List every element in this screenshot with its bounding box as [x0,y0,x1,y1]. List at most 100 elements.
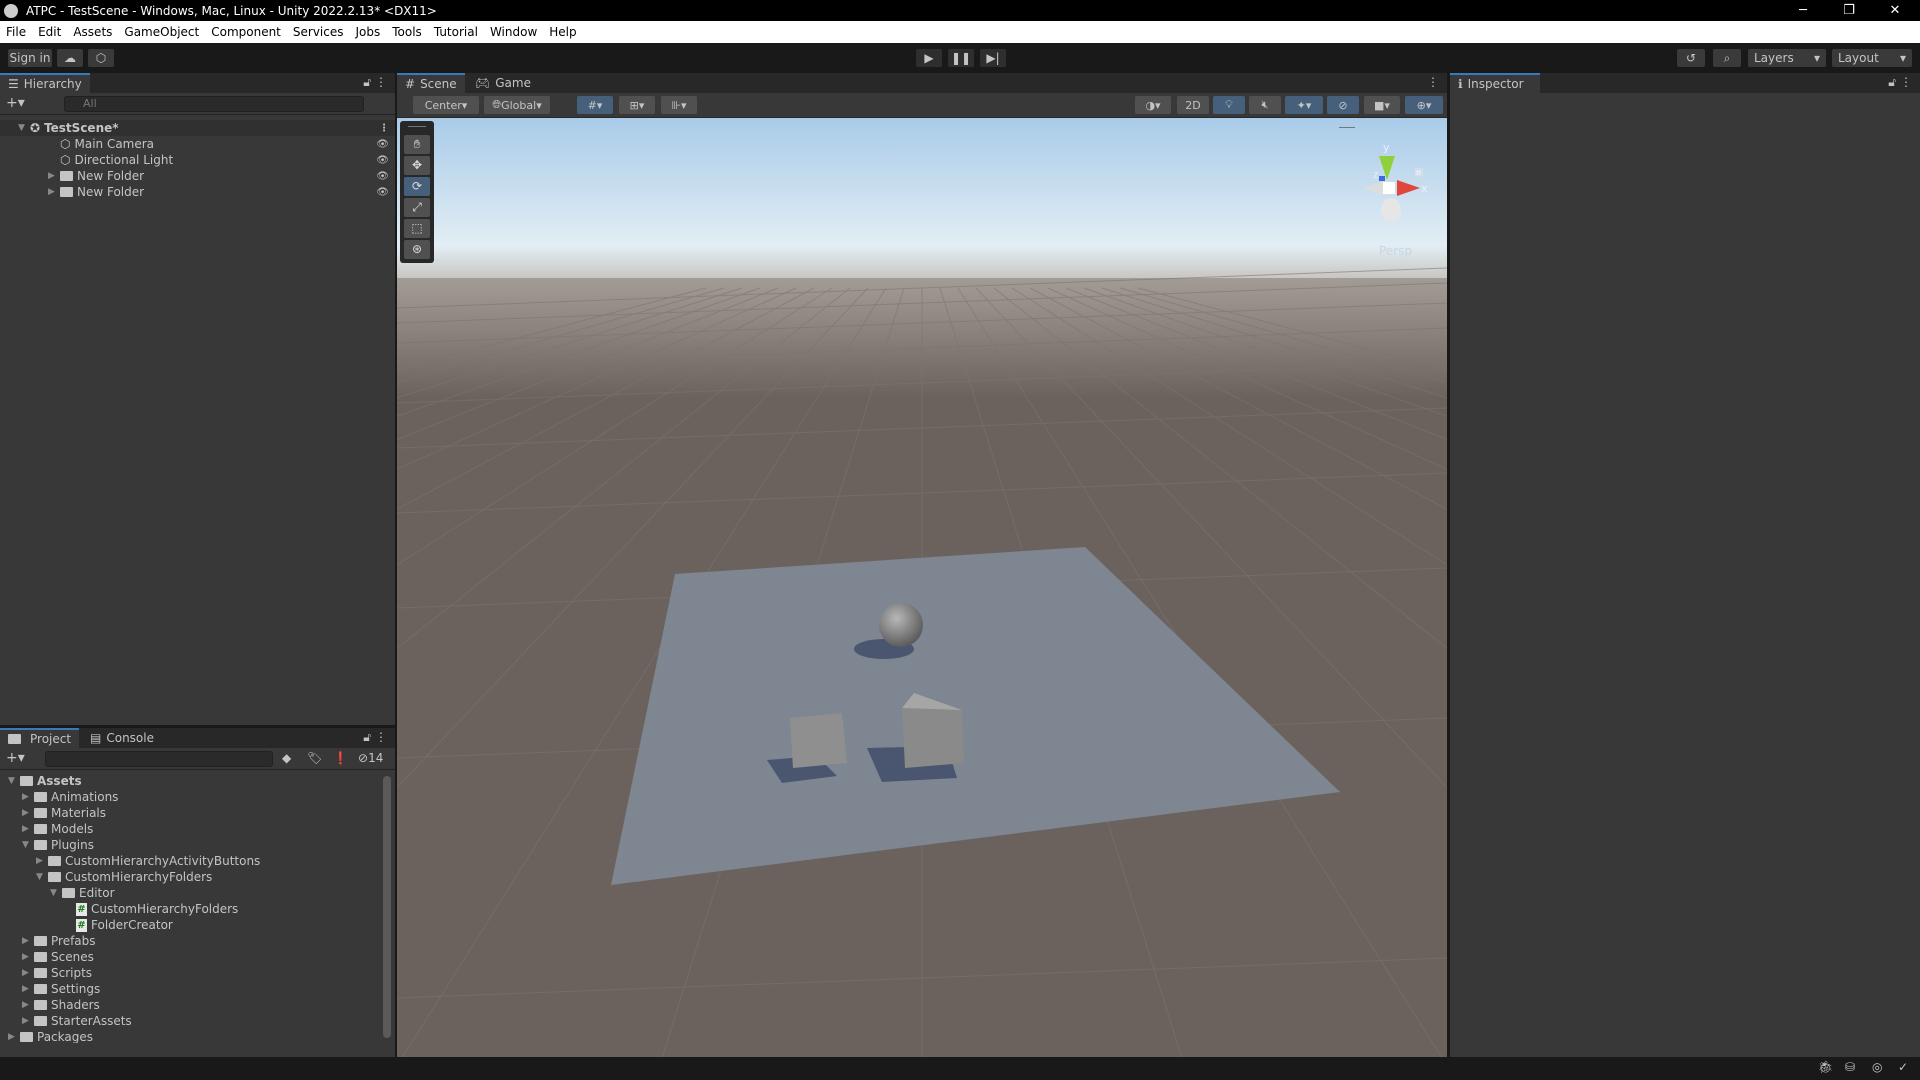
hierarchy-item[interactable]: ▶ New Folder 👁︎ [0,168,395,184]
visibility-eye-icon[interactable]: 👁︎ [376,187,389,198]
hierarchy-search-input[interactable]: All [64,96,364,112]
shading-mode-dropdown[interactable]: ◑▾ [1135,96,1171,114]
project-item[interactable]: ▶ Shaders [0,997,380,1013]
menu-assets[interactable]: Assets [67,25,118,39]
project-item[interactable]: ▶ Prefabs [0,933,380,949]
hierarchy-item[interactable]: ⬡ Main Camera 👁︎ [0,136,395,152]
drag-handle[interactable] [408,126,426,127]
tab-project[interactable]: Project [0,728,80,748]
lock-icon[interactable]: 🔓︎ [363,730,371,745]
expand-arrow-icon[interactable]: ▼ [8,776,20,786]
tab-inspector[interactable]: ℹ Inspector [1450,73,1540,93]
lock-icon[interactable]: 🔓︎ [363,75,371,90]
debug-bug-icon[interactable]: 🐞︎ [1818,1060,1833,1074]
gizmo-z-axis[interactable] [1379,176,1385,181]
expand-arrow-icon[interactable]: ▶ [22,1000,34,1010]
expand-arrow-icon[interactable]: ▶ [36,856,48,866]
label-icon[interactable]: 🏷︎ [307,751,322,765]
project-item[interactable]: ▶ Scripts [0,965,380,981]
menu-gameobject[interactable]: GameObject [118,25,205,39]
rotate-tool-button[interactable]: ⟳ [404,177,430,196]
pivot-center-dropdown[interactable]: Center ▾ [413,96,479,114]
hierarchy-item[interactable]: ⬡ Directional Light 👁︎ [0,152,395,168]
project-item[interactable]: ▶ Settings [0,981,380,997]
gizmo-neg-z-axis[interactable] [1381,198,1401,222]
expand-arrow-icon[interactable]: ▶ [22,792,34,802]
cache-server-icon[interactable]: ⛁ [1845,1060,1855,1074]
project-item[interactable]: ▶ Materials [0,805,380,821]
menu-window[interactable]: Window [484,25,543,39]
sign-in-button[interactable]: Sign in [8,49,52,67]
expand-arrow-icon[interactable]: ▼ [22,840,34,850]
project-search-input[interactable] [45,751,273,767]
project-item[interactable]: ▼ CustomHierarchyFolders [0,869,380,885]
project-item[interactable]: ▼ Editor [0,885,380,901]
transform-tool-button[interactable]: ⊛ [404,240,430,259]
menu-file[interactable]: File [0,25,32,39]
expand-arrow-icon[interactable]: ▶ [22,968,34,978]
menu-tutorial[interactable]: Tutorial [428,25,484,39]
menu-component[interactable]: Component [205,25,287,39]
check-icon[interactable]: ✓ [1898,1060,1908,1074]
grid-snap-toggle[interactable]: #▾ [577,96,613,114]
expand-arrow-icon[interactable]: ▶ [22,952,34,962]
scale-tool-button[interactable]: ⤢ [404,198,430,217]
project-item[interactable]: ▶ Animations [0,789,380,805]
rect-tool-button[interactable]: ⬚ [404,219,430,238]
hidden-objects-toggle[interactable]: ⊘ [1327,96,1359,114]
tab-scene[interactable]: # Scene [397,73,465,93]
gizmos-dropdown[interactable]: ⊕▾ [1405,96,1443,114]
auto-generate-lighting-icon[interactable]: ◎ [1872,1060,1882,1074]
camera-dropdown[interactable]: ■▾ [1364,96,1400,114]
cloud-button[interactable]: ☁ [57,49,83,67]
lighting-toggle[interactable]: 💡︎ [1213,96,1245,114]
hidden-packages-icon[interactable]: ⊘14 [358,751,383,765]
warning-icon[interactable]: ❗ [333,751,348,765]
filter-type-icon[interactable]: ◆ [282,751,291,765]
visibility-eye-icon[interactable]: 👁︎ [376,155,389,166]
add-button[interactable]: +▾ [6,750,25,766]
persp-label[interactable]: Persp [1379,244,1412,258]
scene-menu-icon[interactable]: ⋮ [379,123,389,134]
collab-button[interactable]: ⬡ [88,49,114,67]
more-menu-icon[interactable]: ⋮ [375,730,387,744]
lock-icon[interactable]: 🔓︎ [1888,75,1896,90]
project-item[interactable]: ▶ StarterAssets [0,1013,380,1029]
global-dropdown[interactable]: 🌐︎ Global ▾ [484,96,550,114]
menu-services[interactable]: Services [287,25,350,39]
expand-arrow-icon[interactable]: ▶ [22,1016,34,1026]
gizmo-drag-handle[interactable] [1339,127,1355,128]
audio-toggle[interactable]: 🔇︎ [1249,96,1281,114]
tab-console[interactable]: ▤ Console [82,728,162,748]
hierarchy-item[interactable]: ▶ New Folder 👁︎ [0,184,395,200]
more-menu-icon[interactable]: ⋮ [375,75,387,89]
project-item[interactable]: # FolderCreator [0,917,380,933]
2d-toggle[interactable]: 2D [1177,96,1209,114]
grid-visibility-toggle[interactable]: ⊪▾ [661,96,697,114]
expand-arrow-icon[interactable]: ▶ [22,808,34,818]
expand-arrow-icon[interactable]: ▶ [22,824,34,834]
expand-arrow-icon[interactable]: ▼ [50,888,62,898]
gizmo-center[interactable] [1383,182,1395,194]
tab-hierarchy[interactable]: ☰ Hierarchy [0,73,90,93]
expand-arrow-icon[interactable]: ▶ [22,936,34,946]
project-item[interactable]: ▶ Models [0,821,380,837]
menu-help[interactable]: Help [543,25,582,39]
scene-row[interactable]: ▼ ✪ TestScene* ⋮ [0,120,395,136]
pause-button[interactable]: ❚❚ [948,49,974,67]
play-button[interactable]: ▶ [916,49,942,67]
layers-dropdown[interactable]: Layers ▾ [1748,49,1826,67]
menu-edit[interactable]: Edit [32,25,67,39]
expand-arrow-icon[interactable]: ▶ [8,1032,20,1042]
layout-dropdown[interactable]: Layout ▾ [1832,49,1912,67]
expand-arrow-icon[interactable]: ▼ [36,872,48,882]
expand-arrow-icon[interactable]: ▶ [22,984,34,994]
project-item[interactable]: # CustomHierarchyFolders [0,901,380,917]
effects-dropdown[interactable]: ✦▾ [1285,96,1323,114]
visibility-eye-icon[interactable]: 👁︎ [376,139,389,150]
visibility-eye-icon[interactable]: 👁︎ [376,171,389,182]
menu-tools[interactable]: Tools [386,25,428,39]
more-menu-icon[interactable]: ⋮ [1427,75,1439,89]
move-tool-button[interactable]: ✥ [404,156,430,175]
more-menu-icon[interactable]: ⋮ [1900,75,1912,89]
